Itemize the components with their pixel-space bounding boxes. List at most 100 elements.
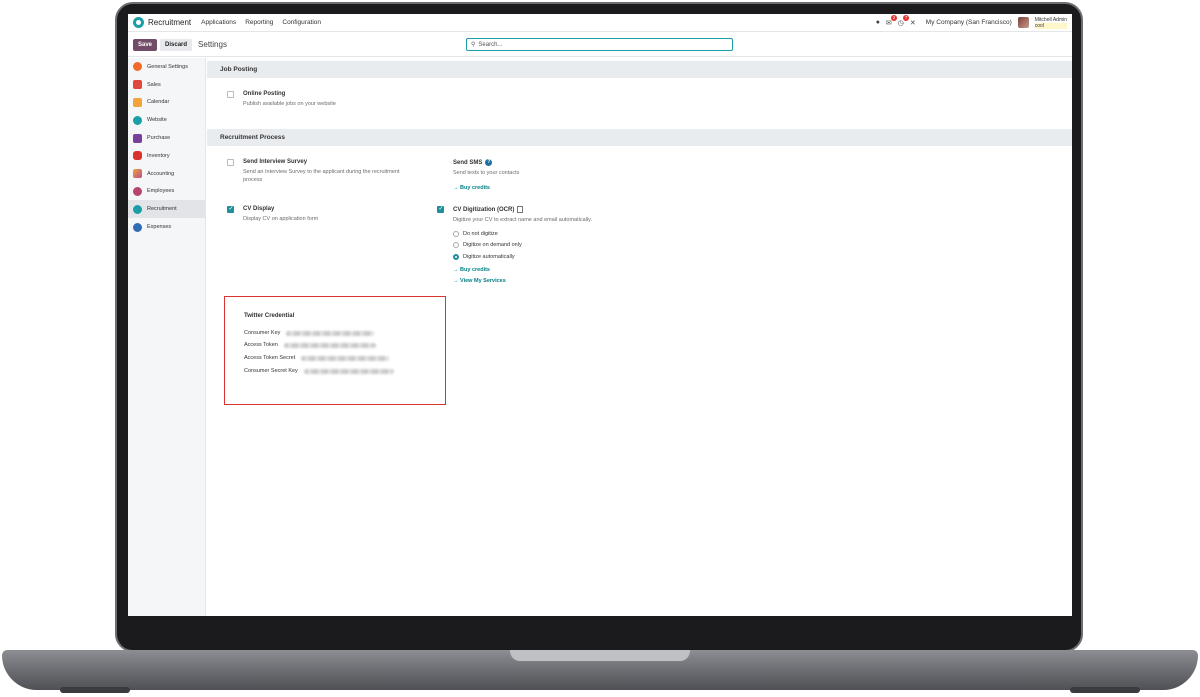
sidebar-item-expenses[interactable]: Expenses xyxy=(128,218,205,236)
calendar-icon xyxy=(133,97,142,107)
access-token-label: Access Token xyxy=(244,342,278,348)
cv-display-desc: Display CV on application form xyxy=(243,216,319,222)
ocr-option-do-not-digitize[interactable]: Do not digitize xyxy=(453,228,693,240)
radio-icon xyxy=(453,242,459,249)
section-job-posting: Job Posting xyxy=(207,61,1072,78)
access-token-field[interactable] xyxy=(283,342,376,348)
setting-online-posting-text: Online Posting Publish available jobs on… xyxy=(243,91,443,108)
purchase-icon xyxy=(133,133,142,143)
website-icon xyxy=(133,115,142,125)
ocr-option-label: Digitize on demand only xyxy=(463,242,522,249)
avatar[interactable] xyxy=(1017,17,1029,28)
online-posting-label: Online Posting xyxy=(243,91,286,97)
menu-reporting[interactable]: Reporting xyxy=(245,19,273,26)
consumer-secret-key-field[interactable] xyxy=(303,368,394,374)
top-navbar: Recruitment Applications Reporting Confi… xyxy=(128,14,1072,32)
company-switcher[interactable]: My Company (San Francisco) xyxy=(926,19,1012,26)
view-services-label: View My Services xyxy=(460,277,506,284)
section-recruitment-process: Recruitment Process xyxy=(207,129,1072,146)
cv-display-label: CV Display xyxy=(243,206,275,212)
save-button[interactable]: Save xyxy=(133,38,158,51)
settings-main: Job Posting Online Posting Publish avail… xyxy=(207,58,1072,616)
bug-icon[interactable]: ● xyxy=(876,19,880,26)
sidebar-item-label: Purchase xyxy=(147,135,171,142)
consumer-key-field[interactable] xyxy=(286,330,375,336)
sidebar-item-general-settings[interactable]: General Settings xyxy=(128,58,205,76)
laptop-foot-right xyxy=(1070,687,1140,693)
sidebar-item-accounting[interactable]: Accounting xyxy=(128,165,205,183)
setting-cv-display-text: CV Display Display CV on application for… xyxy=(243,206,423,223)
general-settings-icon xyxy=(133,62,142,72)
app-name[interactable]: Recruitment xyxy=(148,18,191,27)
cv-digitization-label: CV Digitization (OCR) xyxy=(453,207,515,214)
chat-badge: 2 xyxy=(891,14,897,21)
consumer-secret-key-row: Consumer Secret Key xyxy=(244,368,394,374)
laptop-foot-left xyxy=(60,687,130,693)
cv-digitization-checkbox[interactable] xyxy=(437,205,444,213)
ocr-option-label: Digitize automatically xyxy=(463,253,515,260)
activity-badge: 7 xyxy=(903,14,909,21)
sidebar-item-label: Recruitment xyxy=(147,206,177,213)
menu-configuration[interactable]: Configuration xyxy=(282,19,321,26)
sidebar-item-label: Employees xyxy=(147,188,175,195)
help-icon[interactable]: ? xyxy=(485,159,493,166)
sidebar-item-purchase[interactable]: Purchase xyxy=(128,129,205,147)
expenses-icon xyxy=(133,222,142,232)
consumer-key-label: Consumer Key xyxy=(244,330,281,336)
twitter-credential-box: Twitter Credential Consumer Key Access T… xyxy=(224,296,446,405)
switch-icon[interactable]: ✕ xyxy=(910,19,916,27)
laptop-notch xyxy=(510,650,690,661)
sidebar-item-label: General Settings xyxy=(147,63,188,70)
consumer-secret-key-label: Consumer Secret Key xyxy=(244,368,298,374)
ocr-buy-credits-link[interactable]: → Buy credits xyxy=(453,267,693,273)
sidebar-item-sales[interactable]: Sales xyxy=(128,76,205,94)
sidebar-item-employees[interactable]: Employees xyxy=(128,183,205,201)
chat-icon[interactable]: ✉ 2 xyxy=(886,14,897,27)
interview-survey-checkbox[interactable] xyxy=(227,159,234,166)
discard-button[interactable]: Discard xyxy=(160,38,193,51)
access-token-secret-field[interactable] xyxy=(301,355,390,361)
user-menu[interactable]: Mitchell Admin cool xyxy=(1034,17,1067,29)
recruitment-icon xyxy=(133,204,142,214)
sidebar-item-calendar[interactable]: Calendar xyxy=(128,94,205,112)
online-posting-checkbox[interactable] xyxy=(227,91,234,98)
ocr-options: Do not digitize Digitize on demand only … xyxy=(453,228,693,263)
settings-sidebar: General Settings Sales Calendar Website … xyxy=(128,58,206,616)
search-placeholder: Search... xyxy=(478,41,503,48)
radio-selected-icon xyxy=(453,253,459,260)
ocr-option-on-demand[interactable]: Digitize on demand only xyxy=(453,240,693,252)
twitter-credential-title: Twitter Credential xyxy=(244,313,295,319)
breadcrumb: Settings xyxy=(198,40,227,49)
sidebar-item-website[interactable]: Website xyxy=(128,111,205,129)
laptop-mockup: Recruitment Applications Reporting Confi… xyxy=(0,0,1200,697)
sms-buy-credits-link[interactable]: → Buy credits xyxy=(453,185,673,191)
database-name: cool xyxy=(1034,22,1067,29)
search-icon: ⚲ xyxy=(471,42,476,48)
document-icon xyxy=(517,206,524,213)
send-sms-desc: Send texts to your contacts xyxy=(453,170,520,177)
recruitment-app-icon[interactable] xyxy=(133,17,144,28)
view-services-link[interactable]: → View My Services xyxy=(453,278,693,284)
sidebar-item-inventory[interactable]: Inventory xyxy=(128,147,205,165)
cv-display-checkbox[interactable] xyxy=(227,205,234,213)
sidebar-item-label: Website xyxy=(147,117,167,124)
accounting-icon xyxy=(133,169,142,179)
activity-icon[interactable]: ◷ 7 xyxy=(898,14,909,27)
setting-cv-digitization-text: CV Digitization (OCR) Digitize your CV t… xyxy=(453,206,693,284)
interview-survey-desc: Send an Interview Survey to the applican… xyxy=(243,169,400,183)
sidebar-item-recruitment[interactable]: Recruitment xyxy=(128,200,205,219)
cv-digitization-desc: Digitize your CV to extract name and ema… xyxy=(453,217,592,224)
ocr-buy-credits-label: Buy credits xyxy=(460,266,490,273)
sidebar-item-label: Inventory xyxy=(147,152,170,159)
consumer-key-row: Consumer Key xyxy=(244,330,375,336)
sidebar-item-label: Sales xyxy=(147,81,161,88)
ocr-option-automatically[interactable]: Digitize automatically xyxy=(453,251,693,263)
sidebar-item-label: Expenses xyxy=(147,224,172,231)
interview-survey-label: Send Interview Survey xyxy=(243,159,308,165)
app-screen: Recruitment Applications Reporting Confi… xyxy=(128,14,1072,616)
control-panel: Save Discard Settings ⚲ Search... xyxy=(128,33,1072,57)
sms-buy-credits-label: Buy credits xyxy=(460,185,490,192)
search-input[interactable]: ⚲ Search... xyxy=(466,38,733,51)
setting-send-sms: Send SMS? Send texts to your contacts → … xyxy=(453,159,673,191)
menu-applications[interactable]: Applications xyxy=(201,19,236,26)
